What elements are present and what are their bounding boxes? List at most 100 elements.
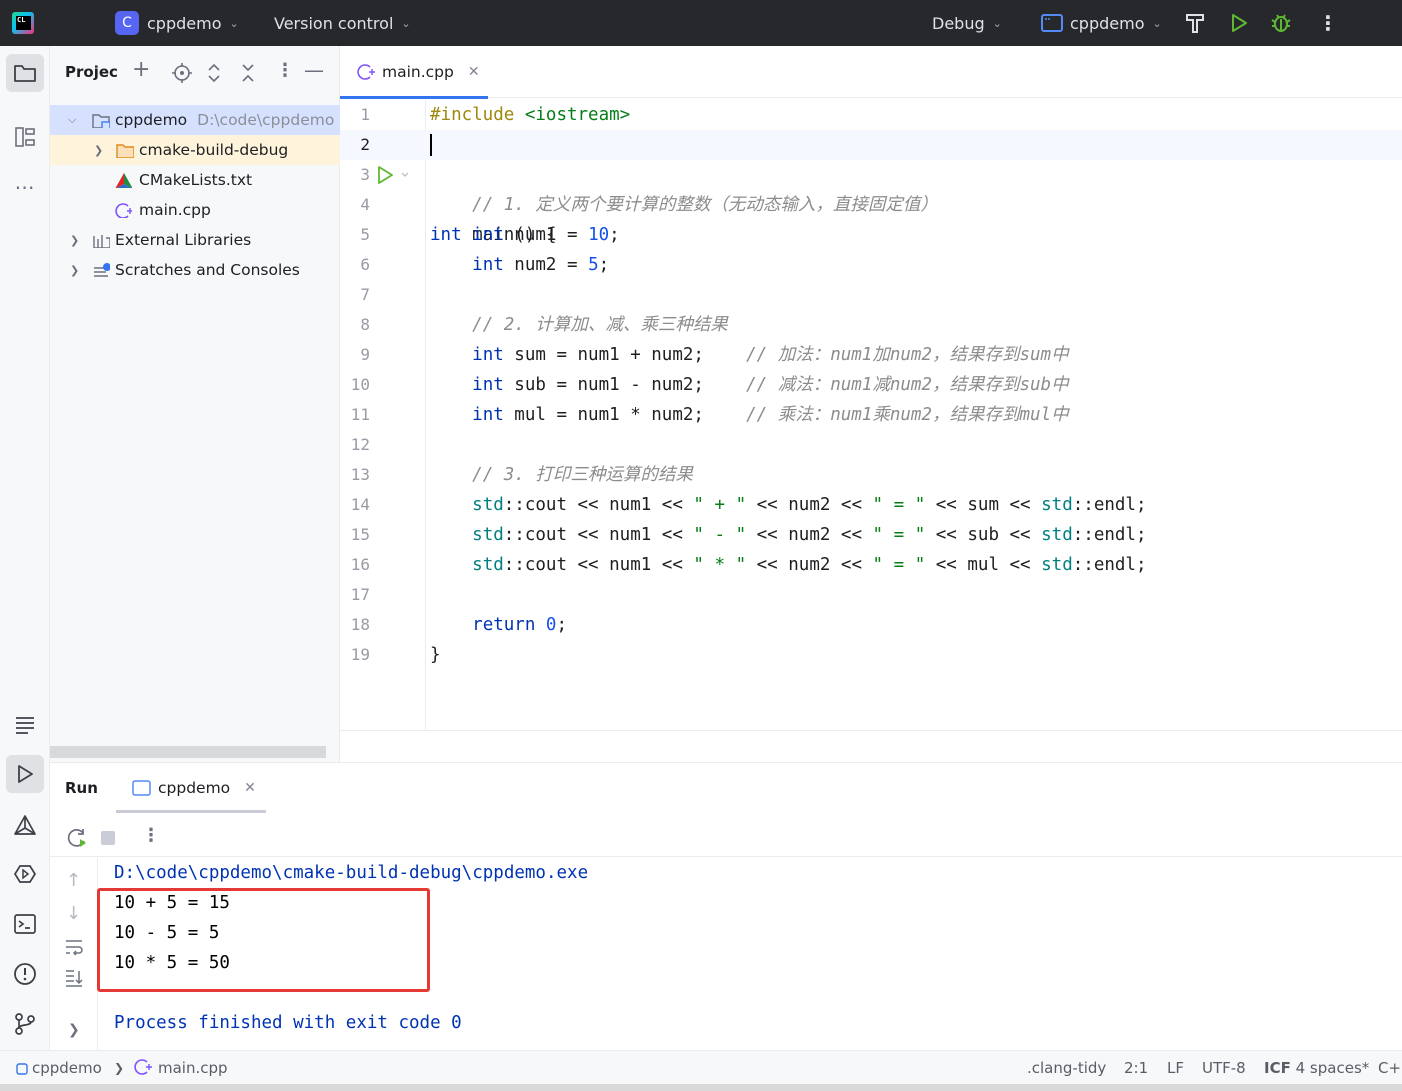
line-number: 17 bbox=[350, 585, 370, 604]
code-comment: // 3. 打印三种运算的结果 bbox=[472, 465, 693, 485]
module-folder-icon bbox=[92, 114, 110, 128]
tree-item-label: cppdemo bbox=[115, 111, 188, 129]
terminal-tool-button[interactable] bbox=[6, 905, 44, 943]
tree-item-main-cpp[interactable]: main.cpp bbox=[50, 195, 340, 225]
scroll-to-end-icon[interactable] bbox=[64, 968, 84, 988]
code-line: 6 int num2 = 5; bbox=[340, 250, 1402, 280]
debug-bug-icon[interactable] bbox=[1270, 12, 1292, 34]
clion-logo-icon[interactable] bbox=[12, 12, 34, 34]
line-number: 15 bbox=[350, 525, 370, 544]
project-name: cppdemo bbox=[147, 13, 222, 33]
locate-icon[interactable] bbox=[172, 63, 192, 83]
options-icon[interactable]: ⋮ bbox=[276, 60, 294, 81]
project-tool-button[interactable] bbox=[6, 54, 44, 92]
run-target-label: cppdemo bbox=[1070, 13, 1145, 33]
run-gutter-icon[interactable] bbox=[376, 166, 410, 184]
code-line: 8 // 2. 计算加、减、乘三种结果 bbox=[340, 310, 1402, 340]
caret-position[interactable]: 2:1 bbox=[1124, 1059, 1148, 1077]
close-icon[interactable]: ✕ bbox=[244, 780, 256, 796]
tree-item-external-libraries[interactable]: ❯ External Libraries bbox=[50, 225, 340, 255]
run-panel-title: Run bbox=[65, 779, 98, 797]
code-area[interactable]: 1 #include <iostream> 2 3 int main() { 4 … bbox=[340, 100, 1402, 730]
chevron-down-icon: ⌄ bbox=[1152, 16, 1162, 30]
git-tool-button[interactable] bbox=[6, 1005, 44, 1043]
run-icon bbox=[18, 765, 33, 783]
structure-tool-button[interactable] bbox=[6, 118, 44, 156]
code-line: 19} bbox=[340, 640, 1402, 670]
folder-icon bbox=[14, 65, 36, 82]
breadcrumb-project[interactable]: cppdemo bbox=[32, 1059, 102, 1077]
editor-tab-bar: main.cpp ✕ bbox=[340, 46, 1402, 99]
vcs-label: Version control bbox=[274, 13, 394, 33]
line-number: 10 bbox=[350, 375, 370, 394]
tab-main-cpp[interactable]: main.cpp ✕ bbox=[340, 46, 488, 99]
main-menu-icon[interactable] bbox=[62, 13, 84, 33]
add-icon[interactable]: + bbox=[132, 57, 150, 82]
code-line: 17 bbox=[340, 580, 1402, 610]
chevron-down-icon: ⌄ bbox=[229, 16, 239, 30]
tree-item-cmakelists[interactable]: CMakeLists.txt bbox=[50, 165, 340, 195]
folder-icon bbox=[116, 144, 134, 158]
close-icon[interactable]: ✕ bbox=[468, 64, 480, 80]
editor: main.cpp ✕ 1 #include <iostream> 2 3 int … bbox=[340, 46, 1402, 762]
code-comment: // 2. 计算加、减、乘三种结果 bbox=[472, 315, 728, 335]
stop-icon[interactable] bbox=[101, 831, 115, 845]
project-badge: C bbox=[115, 11, 139, 35]
expand-all-icon[interactable] bbox=[206, 63, 222, 83]
run-tool-button[interactable] bbox=[6, 755, 44, 793]
line-number: 2 bbox=[360, 135, 370, 154]
services-tool-button[interactable] bbox=[6, 855, 44, 893]
file-encoding[interactable]: UTF-8 bbox=[1202, 1059, 1246, 1077]
indent-prefix: ICF bbox=[1264, 1059, 1291, 1077]
soft-wrap-icon[interactable] bbox=[64, 938, 84, 956]
breadcrumb-file[interactable]: main.cpp bbox=[158, 1059, 228, 1077]
run-target-selector[interactable]: cppdemo ⌄ bbox=[1041, 0, 1162, 46]
chevron-down-icon: ⌄ bbox=[992, 16, 1002, 30]
tree-item-label: External Libraries bbox=[115, 231, 252, 249]
line-number: 6 bbox=[360, 255, 370, 274]
hide-panel-icon[interactable]: — bbox=[304, 58, 324, 82]
libraries-icon bbox=[93, 235, 110, 248]
project-panel-title: Projec bbox=[65, 63, 118, 81]
scroll-up-icon[interactable]: ↑ bbox=[66, 870, 81, 891]
vcs-menu[interactable]: Version control ⌄ bbox=[274, 0, 411, 46]
line-number: 8 bbox=[360, 315, 370, 334]
tree-item-label: cmake-build-debug bbox=[139, 141, 289, 159]
run-config-selector[interactable]: Debug ⌄ bbox=[932, 0, 1002, 46]
code-line: 11 int mul = num1 * num2; // 乘法：num1乘num… bbox=[340, 400, 1402, 430]
chevron-down-icon: ⌄ bbox=[401, 16, 411, 30]
line-number: 16 bbox=[350, 555, 370, 574]
line-number: 18 bbox=[350, 615, 370, 634]
collapse-all-icon[interactable] bbox=[240, 63, 256, 83]
project-panel: Projec + ⋮ — ⌵ cppdemo D:\code\cppdemo ❯ … bbox=[50, 46, 340, 762]
language-indicator[interactable]: C+ bbox=[1378, 1059, 1401, 1077]
cpp-file-icon bbox=[115, 203, 132, 218]
tree-item-cppdemo[interactable]: ⌵ cppdemo D:\code\cppdemo bbox=[50, 105, 340, 135]
tree-item-scratches[interactable]: ❯ Scratches and Consoles bbox=[50, 255, 340, 285]
more-actions-icon[interactable]: ⋮ bbox=[1318, 0, 1338, 46]
indent-setting[interactable]: ICF 4 spaces* bbox=[1264, 1059, 1369, 1077]
code-line: 5 int num1 = 10; bbox=[340, 220, 1402, 250]
more-options-icon[interactable]: ⋮ bbox=[142, 825, 160, 846]
status-bar: cppdemo ❯ main.cpp .clang-tidy 2:1 LF UT… bbox=[0, 1050, 1402, 1084]
build-hammer-icon[interactable] bbox=[1185, 12, 1205, 34]
more-tools-icon[interactable]: ⋯ bbox=[6, 168, 44, 206]
line-number: 13 bbox=[350, 465, 370, 484]
tree-item-cmake-build-debug[interactable]: ❯ cmake-build-debug bbox=[50, 135, 340, 165]
chevron-right-icon[interactable]: ❯ bbox=[68, 1022, 80, 1038]
rerun-icon[interactable] bbox=[66, 827, 88, 849]
line-separator[interactable]: LF bbox=[1167, 1059, 1184, 1077]
scroll-down-icon[interactable]: ↓ bbox=[66, 903, 81, 924]
cmake-tool-button[interactable] bbox=[6, 806, 44, 844]
run-tab-cppdemo[interactable]: cppdemo ✕ bbox=[116, 763, 266, 813]
project-switcher[interactable]: C cppdemo ⌄ bbox=[115, 0, 239, 46]
todo-tool-button[interactable] bbox=[6, 706, 44, 744]
problems-tool-button[interactable] bbox=[6, 955, 44, 993]
clang-tidy-status[interactable]: .clang-tidy bbox=[1027, 1059, 1106, 1077]
run-icon[interactable] bbox=[1229, 12, 1249, 34]
code-line: 18 return 0; bbox=[340, 610, 1402, 640]
structure-icon bbox=[15, 127, 35, 147]
horizontal-scrollbar[interactable] bbox=[50, 746, 326, 758]
cmake-icon bbox=[115, 173, 132, 188]
chevron-right-icon: ❯ bbox=[94, 143, 104, 157]
